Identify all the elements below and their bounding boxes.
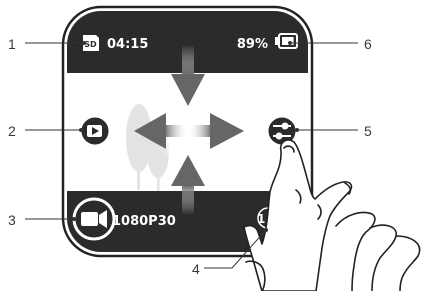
- playback-button[interactable]: [78, 114, 112, 148]
- callout-5: 5: [364, 123, 372, 139]
- battery-fill: [282, 37, 294, 45]
- svg-text:SD: SD: [84, 40, 97, 49]
- callout-6: 6: [364, 36, 372, 52]
- camera-screen-diagram: SD 04:15 89% 1080P30 1 2 3 4 5 6: [0, 0, 445, 292]
- playback-icon: [87, 125, 102, 137]
- callout-3: 3: [8, 212, 16, 228]
- callout-4: 4: [192, 261, 200, 277]
- callout-1: 1: [8, 36, 16, 52]
- video-mode-button[interactable]: [72, 197, 116, 241]
- battery-percent: 89%: [237, 37, 268, 52]
- remaining-time: 04:15: [107, 37, 148, 52]
- resolution-label: 1080P30: [112, 214, 176, 229]
- video-camera-icon: [81, 210, 107, 228]
- callout-2: 2: [8, 123, 16, 139]
